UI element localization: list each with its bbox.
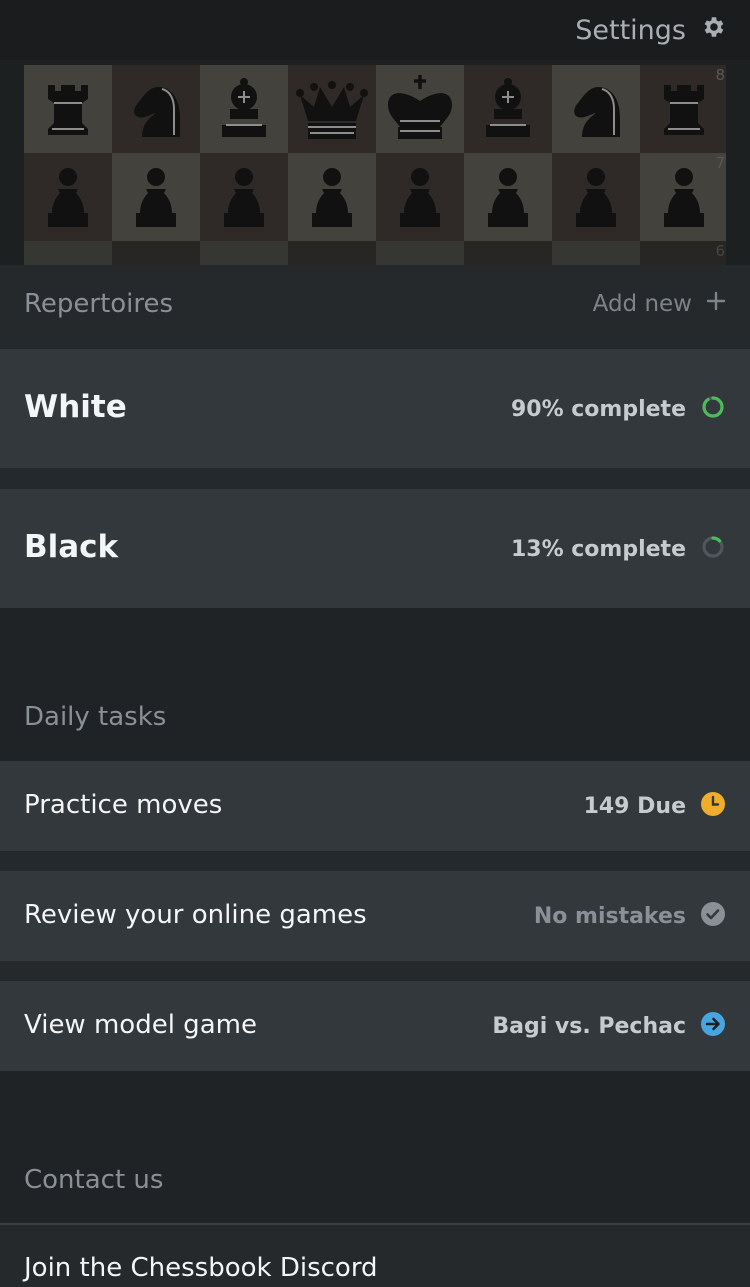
board-square[interactable] (200, 153, 288, 241)
add-new-label: Add new (592, 291, 692, 317)
black-bishop-icon[interactable] (200, 65, 288, 153)
black-knight-icon[interactable] (552, 65, 640, 153)
black-pawn-icon[interactable] (288, 153, 376, 241)
contact-title: Contact us (24, 1165, 164, 1195)
plus-icon (706, 291, 726, 317)
task-practice-moves[interactable]: Practice moves 149 Due (0, 761, 750, 851)
contact-label: Join the Chessbook Discord (24, 1253, 378, 1283)
black-bishop-icon[interactable] (464, 65, 552, 153)
black-pawn-icon[interactable] (200, 153, 288, 241)
black-pawn-icon[interactable] (552, 153, 640, 241)
repertoire-black[interactable]: Black 13% complete (0, 489, 750, 608)
black-pawn-icon[interactable] (24, 153, 112, 241)
repertoire-name: Black (24, 529, 119, 565)
black-rook-icon[interactable] (640, 65, 726, 153)
gear-icon (700, 14, 726, 47)
check-circle-icon (700, 901, 726, 931)
black-queen-icon[interactable] (288, 65, 376, 153)
black-pawn-icon[interactable] (376, 153, 464, 241)
repertoires-header: Repertoires Add new (0, 265, 750, 349)
board-square[interactable] (376, 65, 464, 153)
board-square[interactable] (112, 65, 200, 153)
task-status: 149 Due (583, 793, 686, 819)
black-pawn-icon[interactable] (640, 153, 726, 241)
black-king-icon[interactable] (376, 65, 464, 153)
board-square[interactable] (24, 153, 112, 241)
settings-button[interactable]: Settings (575, 14, 726, 47)
contact-discord[interactable]: Join the Chessbook Discord (0, 1225, 750, 1287)
daily-tasks-title: Daily tasks (24, 702, 167, 732)
task-review-games[interactable]: Review your online games No mistakes (0, 871, 750, 961)
progress-ring-icon (700, 394, 726, 424)
board-square[interactable] (376, 153, 464, 241)
task-status: Bagi vs. Pechac (492, 1013, 686, 1039)
board-square[interactable]: 7 (640, 153, 726, 241)
board-square[interactable]: 8 (640, 65, 726, 153)
board-square[interactable] (464, 153, 552, 241)
daily-tasks-header: Daily tasks (0, 608, 750, 761)
task-label: Review your online games (24, 900, 367, 930)
top-bar: Settings (0, 0, 750, 60)
black-rook-icon[interactable] (24, 65, 112, 153)
progress-ring-icon (700, 534, 726, 564)
board-square[interactable] (24, 65, 112, 153)
task-label: View model game (24, 1010, 257, 1040)
board-square[interactable] (552, 153, 640, 241)
repertoires-title: Repertoires (24, 289, 174, 319)
black-pawn-icon[interactable] (112, 153, 200, 241)
board-square[interactable] (200, 65, 288, 153)
board-square[interactable] (552, 65, 640, 153)
black-pawn-icon[interactable] (464, 153, 552, 241)
repertoire-status: 90% complete (510, 396, 686, 422)
arrow-right-circle-icon (700, 1011, 726, 1041)
clock-icon (700, 791, 726, 821)
black-knight-icon[interactable] (112, 65, 200, 153)
add-new-button[interactable]: Add new (593, 291, 726, 317)
repertoire-white[interactable]: White 90% complete (0, 349, 750, 468)
board-square[interactable] (112, 153, 200, 241)
repertoire-name: White (24, 389, 127, 425)
board-square[interactable] (464, 65, 552, 153)
board-square[interactable] (288, 65, 376, 153)
board-square[interactable] (288, 153, 376, 241)
settings-label: Settings (575, 15, 686, 46)
contact-header: Contact us (0, 1071, 750, 1223)
task-label: Practice moves (24, 790, 223, 820)
chess-board[interactable]: 876 (24, 65, 726, 265)
repertoire-status: 13% complete (510, 536, 686, 562)
task-model-game[interactable]: View model game Bagi vs. Pechac (0, 981, 750, 1071)
task-status: No mistakes (533, 903, 686, 929)
